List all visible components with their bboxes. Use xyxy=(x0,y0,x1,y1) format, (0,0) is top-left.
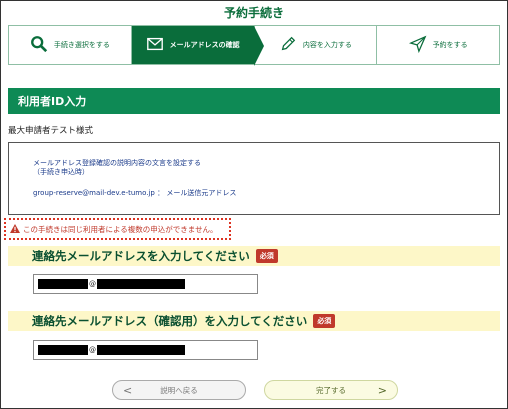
notice-line: （手続き申込時） xyxy=(33,168,89,176)
chevron-right-icon: > xyxy=(377,383,387,397)
email-confirm-label-band: 連絡先メールアドレス（確認用）を入力してください 必須 xyxy=(8,311,500,331)
step-label: 手続き選択をする xyxy=(53,41,110,49)
sender-label: メール送信元アドレス xyxy=(166,189,237,197)
email-label: 連絡先メールアドレスを入力してください xyxy=(32,249,250,263)
back-button[interactable]: < 説明へ戻る xyxy=(112,380,246,400)
at-sign: @ xyxy=(89,280,96,288)
section-header: 利用者ID入力 xyxy=(8,88,500,114)
step-progress: 手続き選択をする メールアドレスの確認 内容を入力する 予約をする xyxy=(8,25,500,66)
search-icon xyxy=(30,35,48,55)
sender-info: group-reserve@mail-dev.e-tumo.jp ： メール送信… xyxy=(33,189,499,198)
required-badge: 必須 xyxy=(255,249,278,263)
notice-line: メールアドレス登録確認の説明内容の文言を設定する xyxy=(33,159,201,167)
step-select-procedure: 手続き選択をする xyxy=(9,26,132,64)
step-label: メールアドレスの確認 xyxy=(169,41,240,49)
redacted-text xyxy=(97,279,185,289)
warning-icon xyxy=(10,223,20,235)
complete-button[interactable]: 完了する > xyxy=(264,380,398,400)
page-title: 予約手続き xyxy=(223,6,284,20)
duplicate-warning: この手続きは同じ利用者による複数の申込ができません。 xyxy=(4,218,231,240)
redacted-text xyxy=(38,345,88,355)
notice-box: メールアドレス登録確認の説明内容の文言を設定する （手続き申込時） group-… xyxy=(8,142,500,215)
form-name: 最大申請者テスト様式 xyxy=(8,126,94,136)
redacted-text xyxy=(38,279,88,289)
complete-button-label: 完了する xyxy=(316,385,346,395)
warning-text: この手続きは同じ利用者による複数の申込ができません。 xyxy=(23,224,218,234)
back-button-label: 説明へ戻る xyxy=(160,385,198,395)
email-input[interactable]: @ xyxy=(33,274,258,294)
step-label: 内容を入力する xyxy=(302,41,352,49)
chevron-left-icon: < xyxy=(123,383,133,397)
email-label-band: 連絡先メールアドレスを入力してください 必須 xyxy=(8,246,500,266)
at-sign: @ xyxy=(89,346,96,354)
email-confirm-label: 連絡先メールアドレス（確認用）を入力してください xyxy=(32,314,308,328)
step-confirm-email: メールアドレスの確認 xyxy=(131,26,264,66)
pencil-icon xyxy=(279,35,297,55)
redacted-text xyxy=(97,345,185,355)
envelope-icon xyxy=(146,35,164,55)
sender-address: group-reserve@mail-dev.e-tumo.jp xyxy=(33,189,155,197)
email-confirm-input[interactable]: @ xyxy=(33,340,258,360)
step-reserve: 予約をする xyxy=(377,26,499,64)
send-icon xyxy=(408,35,427,55)
sender-separator: ： xyxy=(157,189,165,197)
required-badge: 必須 xyxy=(313,314,336,328)
step-enter-content: 内容を入力する xyxy=(255,26,378,64)
step-label: 予約をする xyxy=(432,41,468,49)
